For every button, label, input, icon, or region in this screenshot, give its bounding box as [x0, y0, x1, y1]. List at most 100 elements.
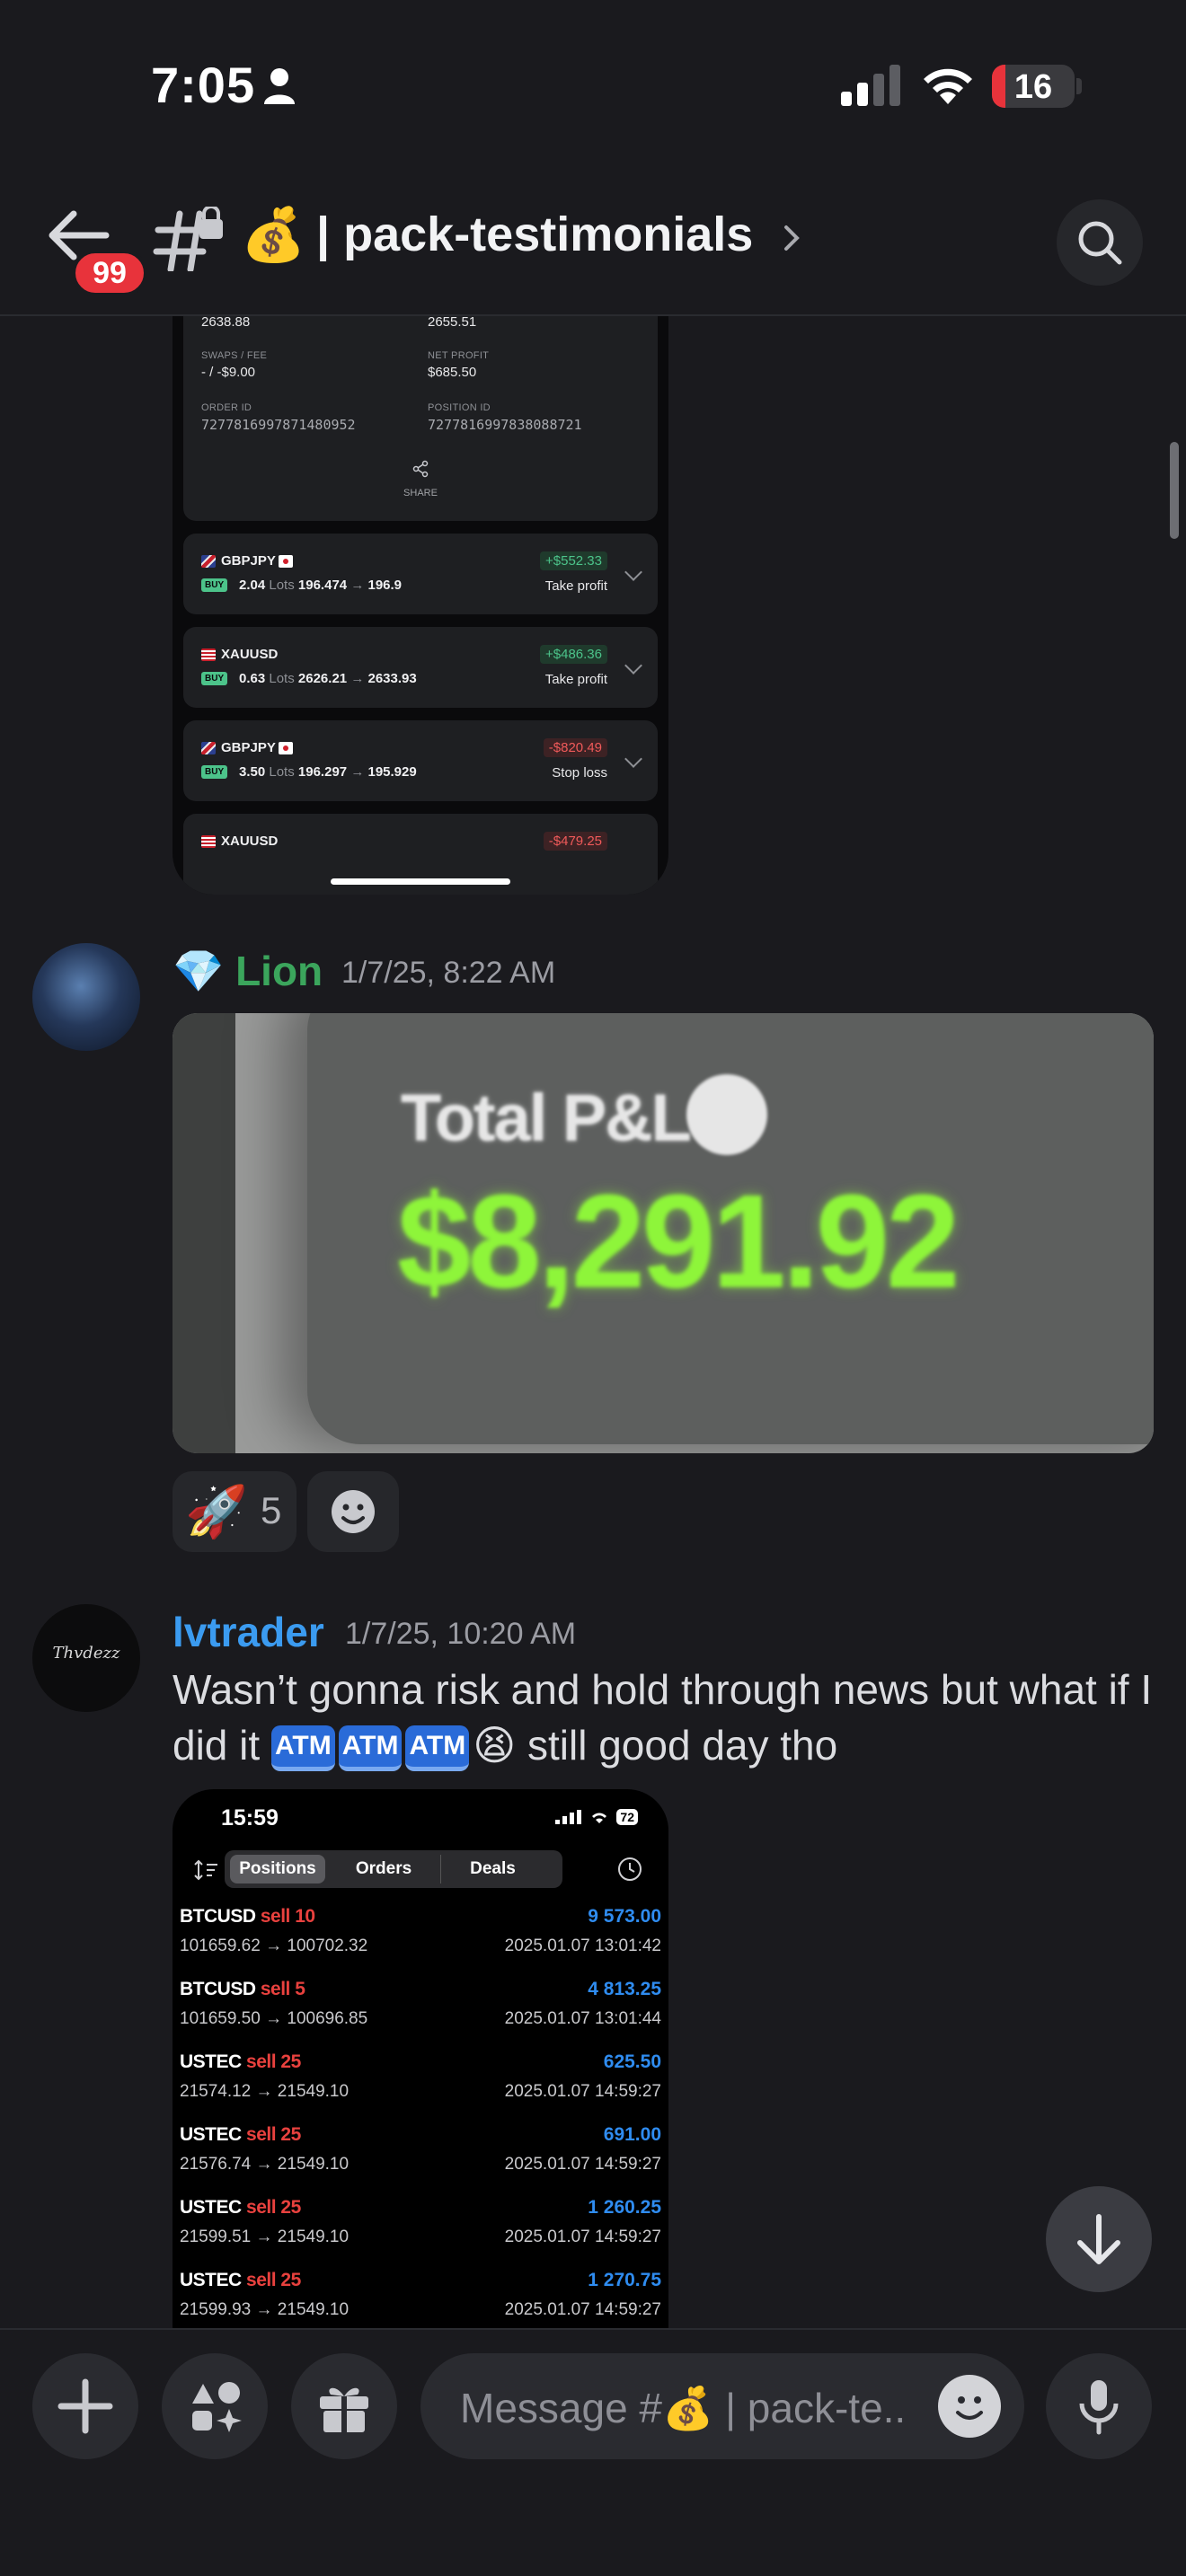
- message-timestamp: 1/7/25, 10:20 AM: [345, 1617, 577, 1651]
- trade-symbol: XAUUSD: [221, 834, 279, 849]
- gift-icon: [320, 2387, 368, 2432]
- search-icon: [1078, 221, 1122, 265]
- position-symbol: USTEC sell 25: [180, 2051, 301, 2073]
- scrollbar-thumb[interactable]: [1170, 442, 1179, 539]
- channel-name: | pack-testimonials: [316, 207, 754, 261]
- trade-result: Stop loss: [552, 765, 607, 781]
- jump-to-present-button[interactable]: [1046, 2186, 1152, 2292]
- rocket-icon: 🚀: [185, 1483, 248, 1539]
- trade-result: Take profit: [544, 672, 607, 687]
- channel-title[interactable]: | pack-testimonials: [316, 207, 802, 262]
- us-flag-icon: [201, 648, 216, 661]
- position-row: USTEC sell 25 625.50 21574.12 → 21549.10…: [180, 2046, 661, 2118]
- tired-face-emoji: 😫: [473, 1722, 517, 1769]
- position-side: sell 25: [246, 2124, 301, 2145]
- voice-message-button[interactable]: [1046, 2353, 1152, 2459]
- pnl-value: $8,291.92: [397, 1168, 960, 1316]
- symbol-name: USTEC: [180, 2051, 242, 2072]
- message-timestamp: 1/7/25, 8:22 AM: [341, 956, 556, 990]
- trade-symbol: GBPJPY: [221, 740, 276, 755]
- positions-screenshot-image[interactable]: 15:59 72 Positions Orders Deals BTCUSD s…: [173, 1789, 668, 2328]
- trade-pnl: +$486.36: [540, 645, 607, 664]
- apps-button[interactable]: [162, 2353, 268, 2459]
- position-id: 7277816997838088721: [428, 417, 582, 433]
- share-label: SHARE: [403, 488, 438, 498]
- trade-row: XAUUSD BUY 0.63 Lots 2626.21 → 2633.93 +…: [183, 627, 658, 708]
- position-row: USTEC sell 25 691.00 21576.74 → 21549.10…: [180, 2119, 661, 2191]
- position-date: 2025.01.07 13:01:42: [504, 1936, 661, 1955]
- battery-level: 16: [1013, 68, 1053, 106]
- position-profit: 1 270.75: [588, 2270, 661, 2290]
- position-prices: 101659.50 → 100696.85: [180, 2009, 368, 2028]
- us-flag-icon: [201, 835, 216, 848]
- pnl-photo-image[interactable]: Total P&L $8,291.92: [173, 1013, 1154, 1453]
- trade-pnl: -$479.25: [543, 832, 607, 851]
- symbol-name: BTCUSD: [180, 1906, 256, 1927]
- home-indicator: [331, 878, 510, 885]
- position-side: sell 25: [246, 2197, 301, 2218]
- search-button[interactable]: [1057, 199, 1143, 286]
- reaction-rocket[interactable]: 🚀 5: [173, 1471, 296, 1552]
- position-profit: 1 260.25: [588, 2197, 661, 2218]
- lot-size: 0.63: [239, 671, 266, 686]
- pnl-title: Total P&L: [401, 1081, 692, 1155]
- message-list[interactable]: 2638.88 2655.51 SWAPS / FEE - / -$9.00 N…: [0, 316, 1186, 2328]
- avatar[interactable]: Thvdezz: [32, 1604, 140, 1712]
- position-side: sell 25: [246, 2051, 301, 2072]
- swaps-label: SWAPS / FEE: [201, 350, 268, 361]
- japan-flag-icon: [279, 555, 293, 568]
- trade-symbol: XAUUSD: [221, 647, 279, 662]
- net-profit-label: NET PROFIT: [428, 350, 490, 361]
- trade-detail-card: 2638.88 2655.51 SWAPS / FEE - / -$9.00 N…: [183, 316, 658, 521]
- channel-header: 99 💰 | pack-testimonials: [0, 171, 1186, 316]
- open-price: 196.474: [297, 578, 348, 593]
- tab-deals: Deals: [440, 1855, 544, 1883]
- author-emoji: 💎: [173, 948, 225, 994]
- author-name[interactable]: lvtrader: [173, 1608, 324, 1656]
- chevron-down-icon: [624, 750, 642, 768]
- position-row: USTEC sell 25 1 260.25 21599.51 → 21549.…: [180, 2192, 661, 2263]
- reaction-count: 5: [261, 1489, 282, 1531]
- trade-pnl: +$552.33: [540, 551, 607, 570]
- position-profit: 4 813.25: [588, 1979, 661, 1999]
- open-price: 2626.21: [297, 671, 348, 686]
- gift-button[interactable]: [291, 2353, 397, 2459]
- open-price: 2638.88: [201, 316, 251, 330]
- position-prices: 21576.74 → 21549.10: [180, 2155, 350, 2174]
- symbol-name: USTEC: [180, 2197, 242, 2218]
- emoji-picker-button[interactable]: [938, 2375, 1001, 2438]
- symbol-name: BTCUSD: [180, 1979, 256, 1999]
- arrow-icon: →: [350, 764, 365, 780]
- position-row: BTCUSD sell 5 4 813.25 101659.50 → 10069…: [180, 1973, 661, 2045]
- message-placeholder: Message #💰 | pack-te..: [460, 2385, 907, 2431]
- uk-flag-icon: [201, 742, 216, 754]
- position-profit: 625.50: [603, 2051, 661, 2072]
- status-bar: 7:05 16: [0, 0, 1186, 171]
- tab-orders: Orders: [355, 1859, 412, 1878]
- attach-button[interactable]: [32, 2353, 138, 2459]
- message-text-end: still good day tho: [516, 1722, 838, 1769]
- trade-row: GBPJPY BUY 2.04 Lots 196.474 → 196.9 +$5…: [183, 534, 658, 614]
- lots-label: Lots: [269, 764, 295, 780]
- person-icon: [264, 68, 295, 104]
- add-reaction-button[interactable]: [307, 1471, 399, 1552]
- position-side: sell 5: [260, 1979, 305, 1999]
- order-id-label: ORDER ID: [201, 402, 252, 413]
- position-prices: 101659.62 → 100702.32: [180, 1936, 368, 1955]
- avatar[interactable]: [32, 943, 140, 1051]
- position-symbol: BTCUSD sell 10: [180, 1906, 315, 1928]
- signal-icon: [841, 65, 900, 106]
- atm-emoji: ATM: [338, 1725, 403, 1772]
- status-time: 7:05: [151, 57, 256, 113]
- message-input[interactable]: Message #💰 | pack-te..: [420, 2353, 1024, 2459]
- apps-icon: [192, 2382, 242, 2432]
- position-profit: 691.00: [603, 2124, 661, 2145]
- position-date: 2025.01.07 14:59:27: [504, 2155, 661, 2174]
- position-prices: 21574.12 → 21549.10: [180, 2082, 350, 2101]
- position-date: 2025.01.07 14:59:27: [504, 2082, 661, 2101]
- positions-tabs: Positions Orders Deals: [225, 1850, 562, 1888]
- position-id-label: POSITION ID: [428, 402, 491, 413]
- message-author[interactable]: 💎 Lion: [173, 947, 323, 996]
- unread-badge: 99: [72, 250, 147, 296]
- trade-screenshot-image[interactable]: 2638.88 2655.51 SWAPS / FEE - / -$9.00 N…: [173, 316, 668, 895]
